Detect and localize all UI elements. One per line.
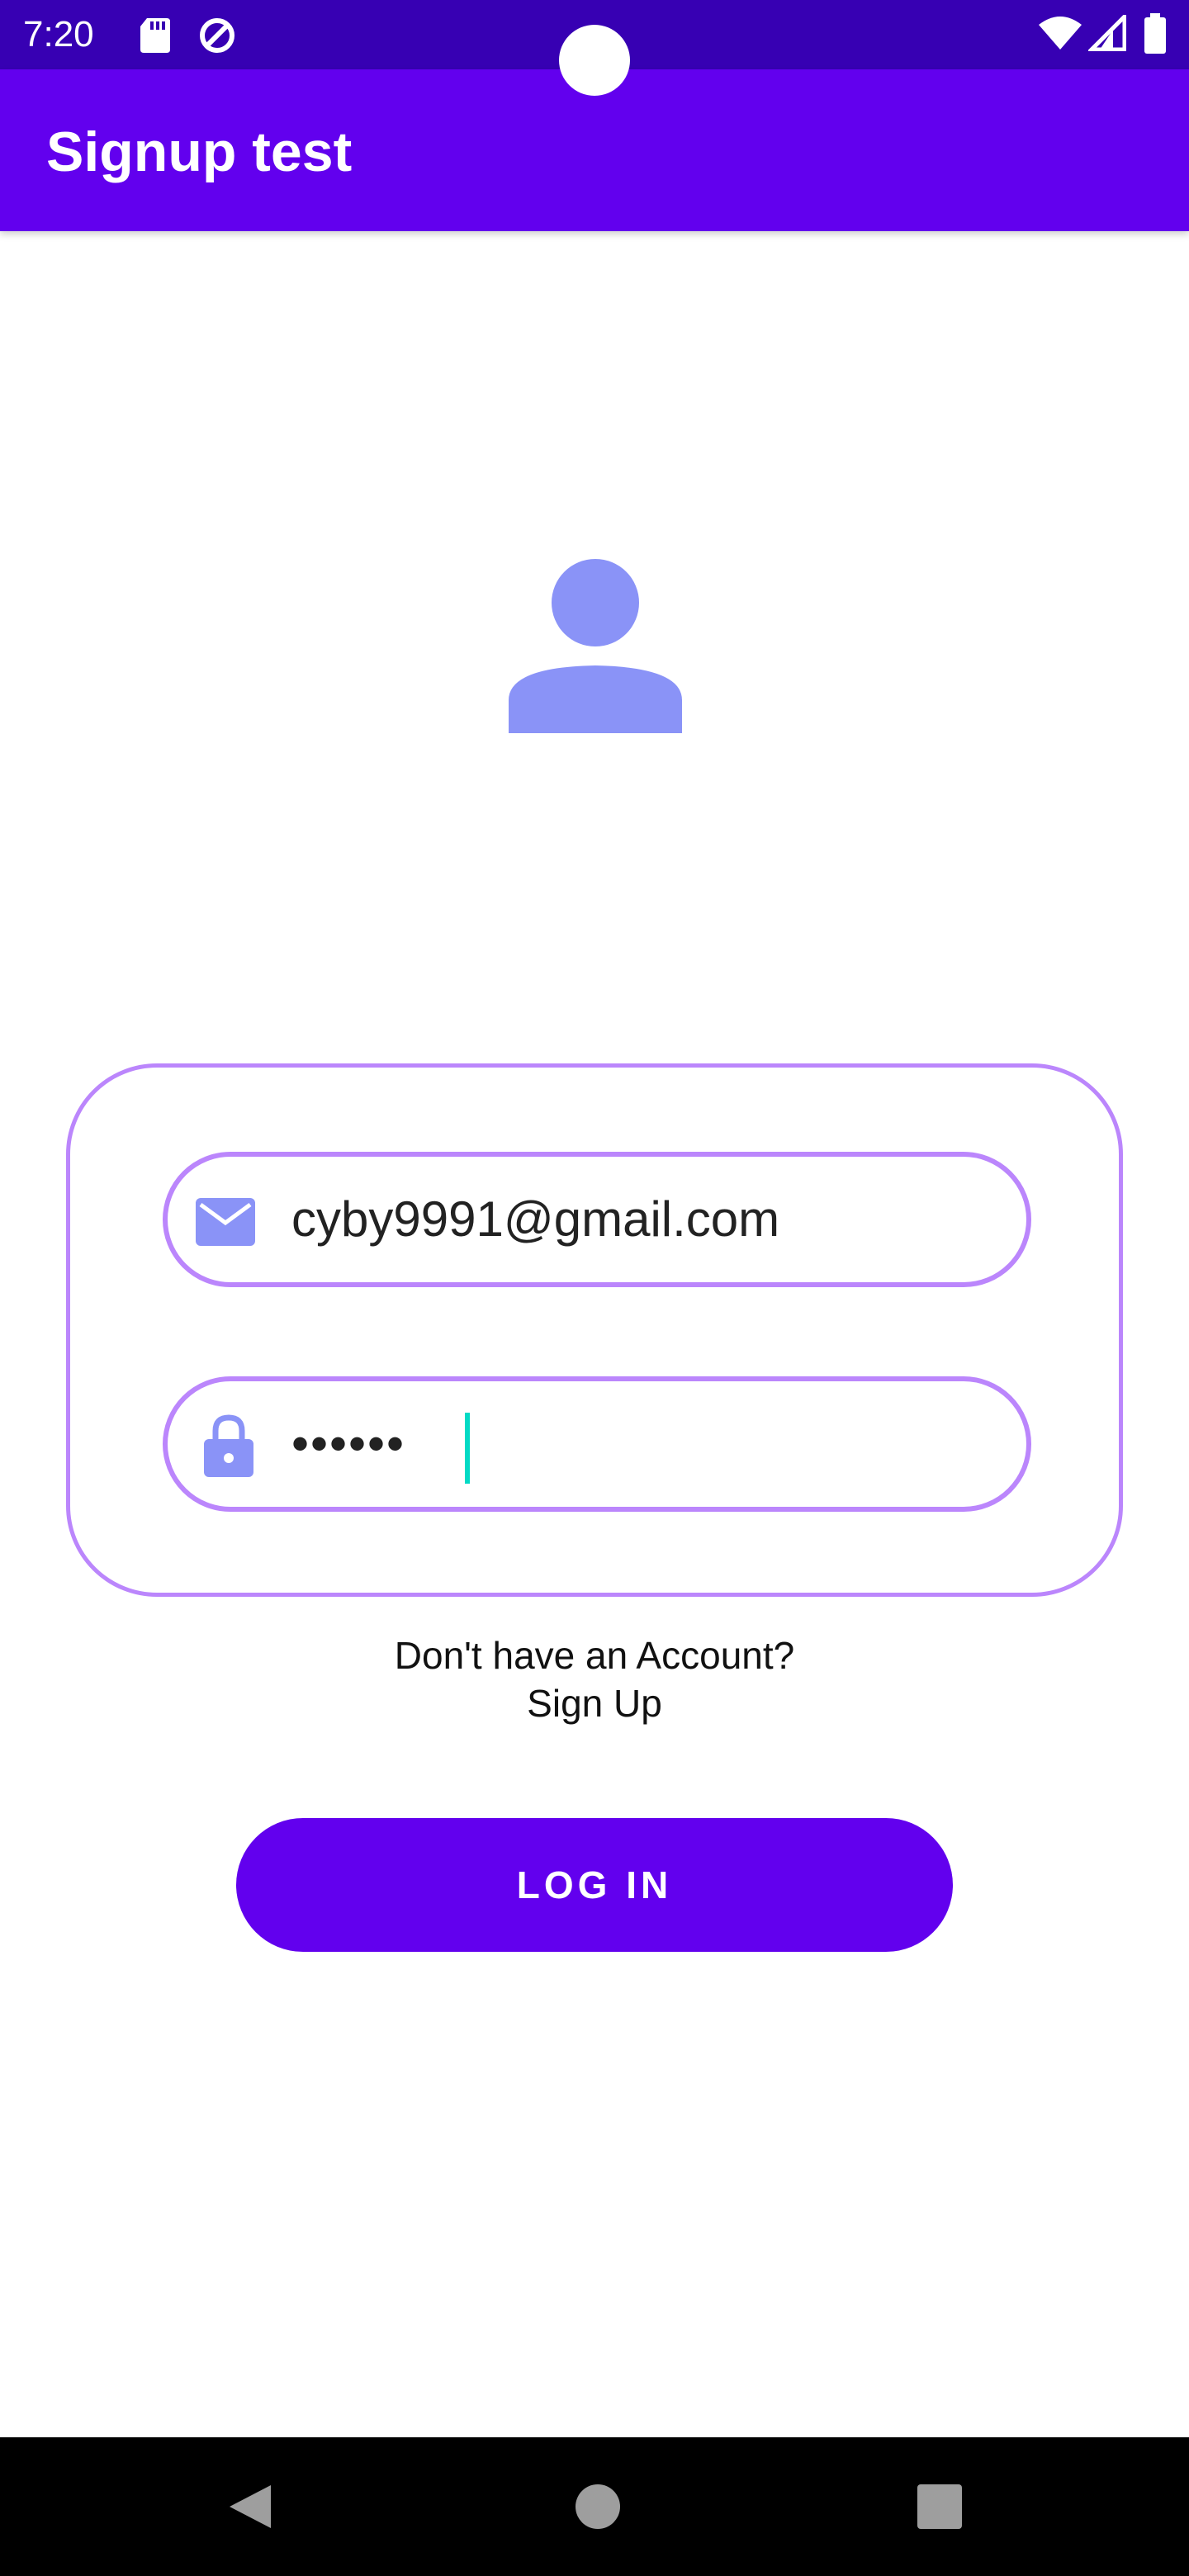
status-time: 7:20 xyxy=(23,14,94,54)
login-button[interactable]: LOG IN xyxy=(236,1818,953,1952)
password-field[interactable]: •••••• xyxy=(163,1376,1031,1512)
email-field[interactable]: cyby9991@gmail.com xyxy=(163,1152,1031,1287)
person-icon xyxy=(509,558,682,733)
lock-icon xyxy=(204,1413,253,1481)
recents-icon[interactable] xyxy=(915,2482,964,2531)
home-icon[interactable] xyxy=(573,2482,623,2531)
wifi-icon xyxy=(1037,15,1083,55)
sd-card-icon xyxy=(139,17,172,57)
battery-icon xyxy=(1143,13,1168,59)
back-icon[interactable] xyxy=(225,2482,274,2531)
signal-icon xyxy=(1086,11,1127,55)
app-title: Signup test xyxy=(46,121,353,183)
signup-hint: Don't have an Account? xyxy=(394,1634,795,1677)
text-cursor xyxy=(465,1413,470,1484)
password-value: •••••• xyxy=(291,1416,406,1471)
signup-link[interactable]: Sign Up xyxy=(0,1679,1189,1727)
login-card: cyby9991@gmail.com •••••• xyxy=(66,1063,1123,1597)
email-value: cyby9991@gmail.com xyxy=(291,1191,780,1247)
camera-cutout xyxy=(559,25,630,96)
sync-icon xyxy=(197,17,238,59)
email-icon xyxy=(196,1198,255,1250)
navigation-bar xyxy=(0,2437,1189,2576)
